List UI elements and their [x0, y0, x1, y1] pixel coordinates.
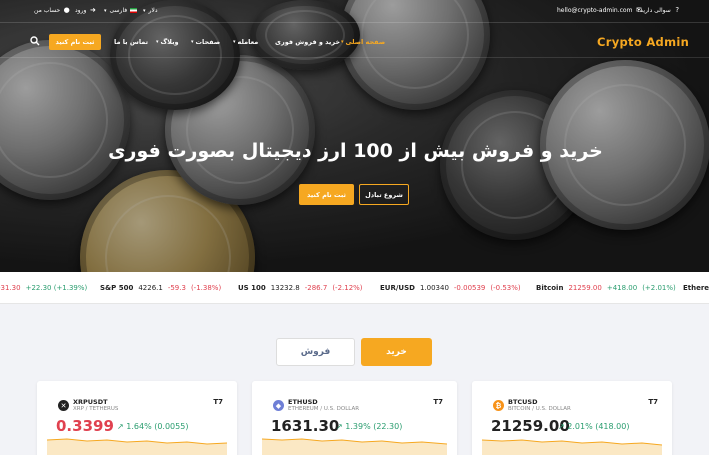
- chevron-down-icon: ▾: [191, 39, 194, 45]
- change-label: ↗ 1.39% (22.30): [336, 422, 403, 431]
- login-link[interactable]: ورود ➜: [75, 6, 96, 15]
- search-icon[interactable]: [30, 36, 40, 46]
- nav-blog[interactable]: ▾ وبلاگ: [156, 38, 179, 46]
- chevron-down-icon: ▾: [143, 7, 146, 14]
- hero-title: خرید و فروش بیش از 100 ارز دیجیتال بصورت…: [108, 140, 603, 162]
- nav-contact[interactable]: تماس با ما: [114, 38, 148, 46]
- top-bar: hello@crypto-admin.com ✉ سوالی دارید؟ ? …: [0, 0, 709, 22]
- sell-tab[interactable]: فروش: [276, 338, 355, 366]
- market-card-xrp[interactable]: ✕ XRPUSDT XRP / TETHERUS T7 0.3399 ↗ 1.6…: [37, 381, 237, 455]
- iran-flag-icon: [130, 8, 138, 13]
- ethereum-logo-icon: ◆: [273, 400, 284, 411]
- sparkline-chart: [482, 439, 662, 455]
- chevron-down-icon: ▾: [104, 7, 107, 14]
- account-link[interactable]: حساب من ●: [34, 6, 70, 15]
- tradingview-icon[interactable]: T7: [648, 398, 658, 406]
- ticker-item[interactable]: S&P 500 4226.1 -59.3 (-1.38%): [100, 284, 221, 292]
- sparkline-chart: [47, 438, 227, 455]
- login-icon: ➜: [89, 6, 96, 14]
- market-card-btc[interactable]: ₿ BTCUSD BITCOIN / U.S. DOLLAR T7 21259.…: [472, 381, 672, 455]
- email-link[interactable]: hello@crypto-admin.com ✉: [557, 7, 642, 15]
- ticker-item[interactable]: Ethere: [683, 284, 709, 292]
- chevron-down-icon: ▾: [233, 39, 236, 45]
- start-exchange-button[interactable]: شروع تبادل: [359, 184, 409, 205]
- chevron-down-icon: ▾: [341, 39, 344, 45]
- help-icon: ?: [675, 6, 680, 14]
- ticker-item[interactable]: EUR/USD 1.00340 -0.00539 (-0.53%): [380, 284, 521, 292]
- ticker-item[interactable]: US 100 13232.8 -286.7 (-2.12%): [238, 284, 363, 292]
- tradingview-icon[interactable]: T7: [433, 398, 443, 406]
- hero-section: hello@crypto-admin.com ✉ سوالی دارید؟ ? …: [0, 0, 709, 272]
- main-nav: Crypto Admin ▾ صفحه اصلی خرید و فروش فور…: [0, 22, 709, 58]
- bitcoin-logo-icon: ₿: [493, 400, 504, 411]
- brand-logo[interactable]: Crypto Admin: [597, 35, 689, 49]
- ticker-item[interactable]: -31.30 +22.30 (+1.39%): [0, 284, 87, 292]
- nav-pages[interactable]: ▾ صفحات: [191, 38, 220, 46]
- nav-instant-trade[interactable]: خرید و فروش فوری: [275, 38, 340, 46]
- language-select[interactable]: ▾ فارسی: [104, 7, 138, 14]
- register-button-hero[interactable]: ثبت نام کنید: [299, 184, 354, 205]
- chevron-down-icon: ▾: [156, 39, 159, 45]
- ticker-item[interactable]: Bitcoin 21259.00 +418.00 (+2.01%): [536, 284, 676, 292]
- tradingview-icon[interactable]: T7: [213, 398, 223, 406]
- nav-home[interactable]: ▾ صفحه اصلی: [341, 38, 385, 46]
- change-label: ↗ 1.64% (0.0055): [117, 422, 189, 431]
- buy-tab[interactable]: خرید: [361, 338, 432, 366]
- xrp-logo-icon: ✕: [58, 400, 69, 411]
- user-icon: ●: [63, 6, 70, 14]
- currency-select[interactable]: ▾ دلار: [143, 7, 158, 14]
- nav-trade[interactable]: ▾ معامله: [233, 38, 258, 46]
- sparkline-chart: [262, 438, 447, 455]
- market-card-eth[interactable]: ◆ ETHUSD ETHEREUM / U.S. DOLLAR T7 1631.…: [252, 381, 457, 455]
- faq-link[interactable]: سوالی دارید؟ ?: [637, 6, 681, 15]
- register-button-nav[interactable]: ثبت نام کنید: [49, 34, 101, 50]
- change-label: ↗ 2.01% (418.00): [558, 422, 630, 431]
- price-ticker: -31.30 +22.30 (+1.39%) S&P 500 4226.1 -5…: [0, 272, 709, 304]
